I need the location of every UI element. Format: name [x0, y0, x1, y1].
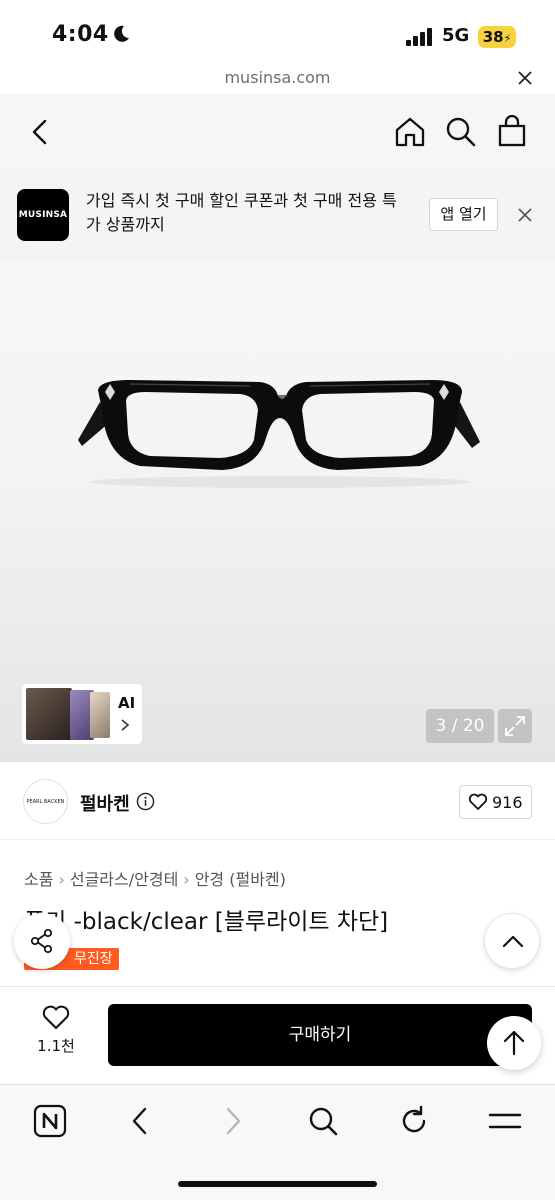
buy-button[interactable]: 구매하기 [108, 1004, 532, 1066]
share-icon [30, 928, 53, 954]
search-icon[interactable] [445, 116, 477, 148]
forward-icon[interactable] [214, 1103, 250, 1139]
brand-name[interactable]: 펄바켄 [80, 790, 130, 816]
product-image-glasses [78, 380, 480, 488]
url-text[interactable]: musinsa.com [0, 68, 555, 87]
product-image-gallery[interactable]: AI 3 / 20 [0, 262, 555, 762]
purchase-bar: 1.1천 구매하기 [0, 986, 555, 1084]
brand-row[interactable]: PEARL BACKEN 펄바켄 916 [0, 762, 555, 840]
chevron-left-icon[interactable] [28, 118, 52, 146]
battery-level: 38 [482, 28, 504, 46]
moon-icon [114, 25, 129, 42]
brand-like-count: 916 [492, 793, 523, 812]
signal-icon [406, 28, 432, 46]
heart-icon [42, 1005, 70, 1029]
back-icon[interactable] [123, 1103, 159, 1139]
home-icon[interactable] [394, 116, 426, 148]
status-bar: 4:04 5G 38⚡ [0, 0, 555, 64]
brand-logo[interactable]: PEARL BACKEN [23, 779, 68, 824]
naver-icon[interactable] [32, 1103, 68, 1139]
app-install-banner: MUSINSA 가입 즉시 첫 구매 할인 쿠폰과 첫 구매 전용 특가 상품까… [0, 170, 555, 262]
musinsa-logo: MUSINSA [17, 189, 69, 241]
brand-like-button[interactable]: 916 [459, 785, 532, 819]
info-icon[interactable] [136, 792, 155, 811]
status-time: 4:04 [52, 22, 109, 47]
product-title: 푸키 -black/clear [블루라이트 차단] [24, 909, 389, 935]
ai-label: AI [118, 694, 136, 712]
reload-icon[interactable] [396, 1103, 432, 1139]
breadcrumb: 소품 › 선글라스/안경테 › 안경 (펄바켄) [24, 866, 286, 890]
breadcrumb-item[interactable]: 안경 (펄바켄) [195, 870, 286, 889]
url-bar[interactable]: musinsa.com [0, 64, 555, 94]
wishlist-button[interactable]: 1.1천 [36, 1005, 76, 1065]
image-counter: 3 / 20 [426, 709, 494, 743]
banner-message: 가입 즉시 첫 구매 할인 쿠폰과 첫 구매 전용 특가 상품까지 [86, 191, 397, 234]
breadcrumb-item[interactable]: 선글라스/안경테 [70, 870, 178, 889]
ai-lookbook-card[interactable]: AI [22, 684, 142, 744]
share-button[interactable] [14, 913, 70, 969]
charging-bolt-icon: ⚡ [503, 32, 512, 45]
banner-close-icon[interactable] [517, 207, 533, 223]
close-icon[interactable] [515, 68, 535, 88]
ai-thumbnail [90, 692, 110, 738]
arrow-up-icon [503, 1030, 525, 1056]
collapse-button[interactable] [484, 913, 540, 969]
header-nav [0, 94, 555, 170]
heart-icon [468, 793, 488, 810]
chevron-right-icon [121, 719, 130, 731]
chevron-up-icon [502, 935, 524, 948]
breadcrumb-separator-icon: › [183, 870, 190, 889]
breadcrumb-separator-icon: › [58, 870, 65, 889]
open-app-button[interactable]: 앱 열기 [429, 198, 498, 231]
search-icon[interactable] [305, 1103, 341, 1139]
scroll-top-button[interactable] [487, 1016, 541, 1070]
wishlist-count: 1.1천 [37, 1037, 75, 1055]
shopping-bag-icon[interactable] [497, 115, 527, 147]
breadcrumb-item[interactable]: 소품 [24, 870, 53, 889]
expand-icon [505, 716, 525, 736]
home-indicator[interactable] [178, 1181, 377, 1187]
menu-icon[interactable] [487, 1103, 523, 1139]
network-label: 5G [442, 25, 470, 46]
expand-button[interactable] [498, 709, 532, 743]
battery-icon: 38⚡ [478, 26, 516, 48]
ai-thumbnail [26, 688, 72, 740]
